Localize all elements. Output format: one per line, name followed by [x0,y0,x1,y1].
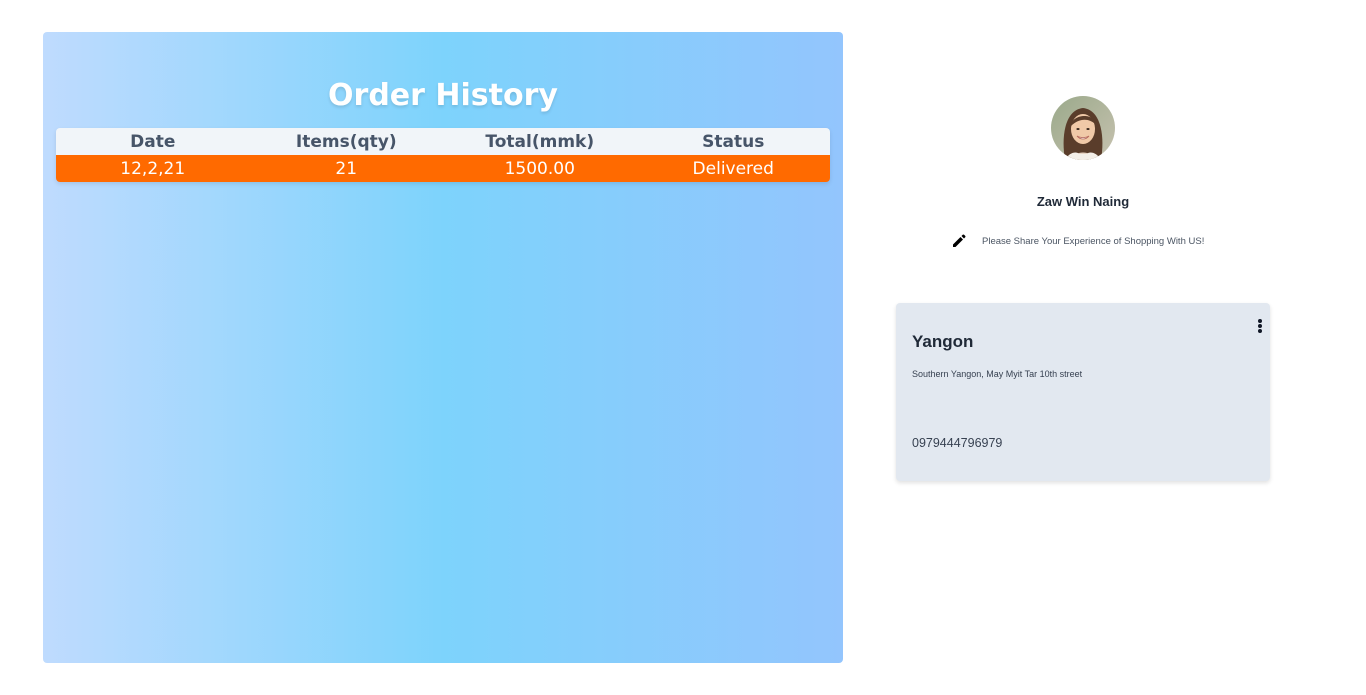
order-date-cell: 12,2,21 [120,158,186,179]
order-items-cell: 21 [335,158,358,179]
order-table: Date Items(qty) Total(mmk) Status 12,2,2… [56,128,830,182]
pencil-icon [953,234,966,247]
feedback-text: Please Share Your Experience of Shopping… [982,235,1205,247]
column-header-total: Total(mmk) [485,131,595,152]
avatar[interactable] [1051,96,1115,160]
profile-name: Zaw Win Naing [1036,194,1130,209]
more-vertical-icon[interactable] [1256,319,1264,333]
feedback-link[interactable]: Please Share Your Experience of Shopping… [951,233,1204,249]
order-total-cell: 1500.00 [504,158,575,179]
order-history-panel: Order History Date Items(qty) Total(mmk)… [43,32,843,663]
page: Order History Date Items(qty) Total(mmk)… [0,0,1366,695]
order-history-title: Order History [328,78,558,113]
address-phone: 0979444796979 [912,436,1003,450]
column-header-items: Items(qty) [295,131,397,152]
table-row[interactable]: 12,2,21 21 1500.00 Delivered [56,155,830,182]
user-avatar-icon [1051,96,1115,160]
address-card: Yangon Southern Yangon, May Myit Tar 10t… [896,303,1270,481]
address-line: Southern Yangon, May Myit Tar 10th stree… [912,369,1083,379]
column-header-status: Status [702,131,765,152]
address-city: Yangon [912,332,974,351]
order-status-cell: Delivered [692,158,774,179]
order-table-header: Date Items(qty) Total(mmk) Status [56,128,830,155]
column-header-date: Date [130,131,176,152]
